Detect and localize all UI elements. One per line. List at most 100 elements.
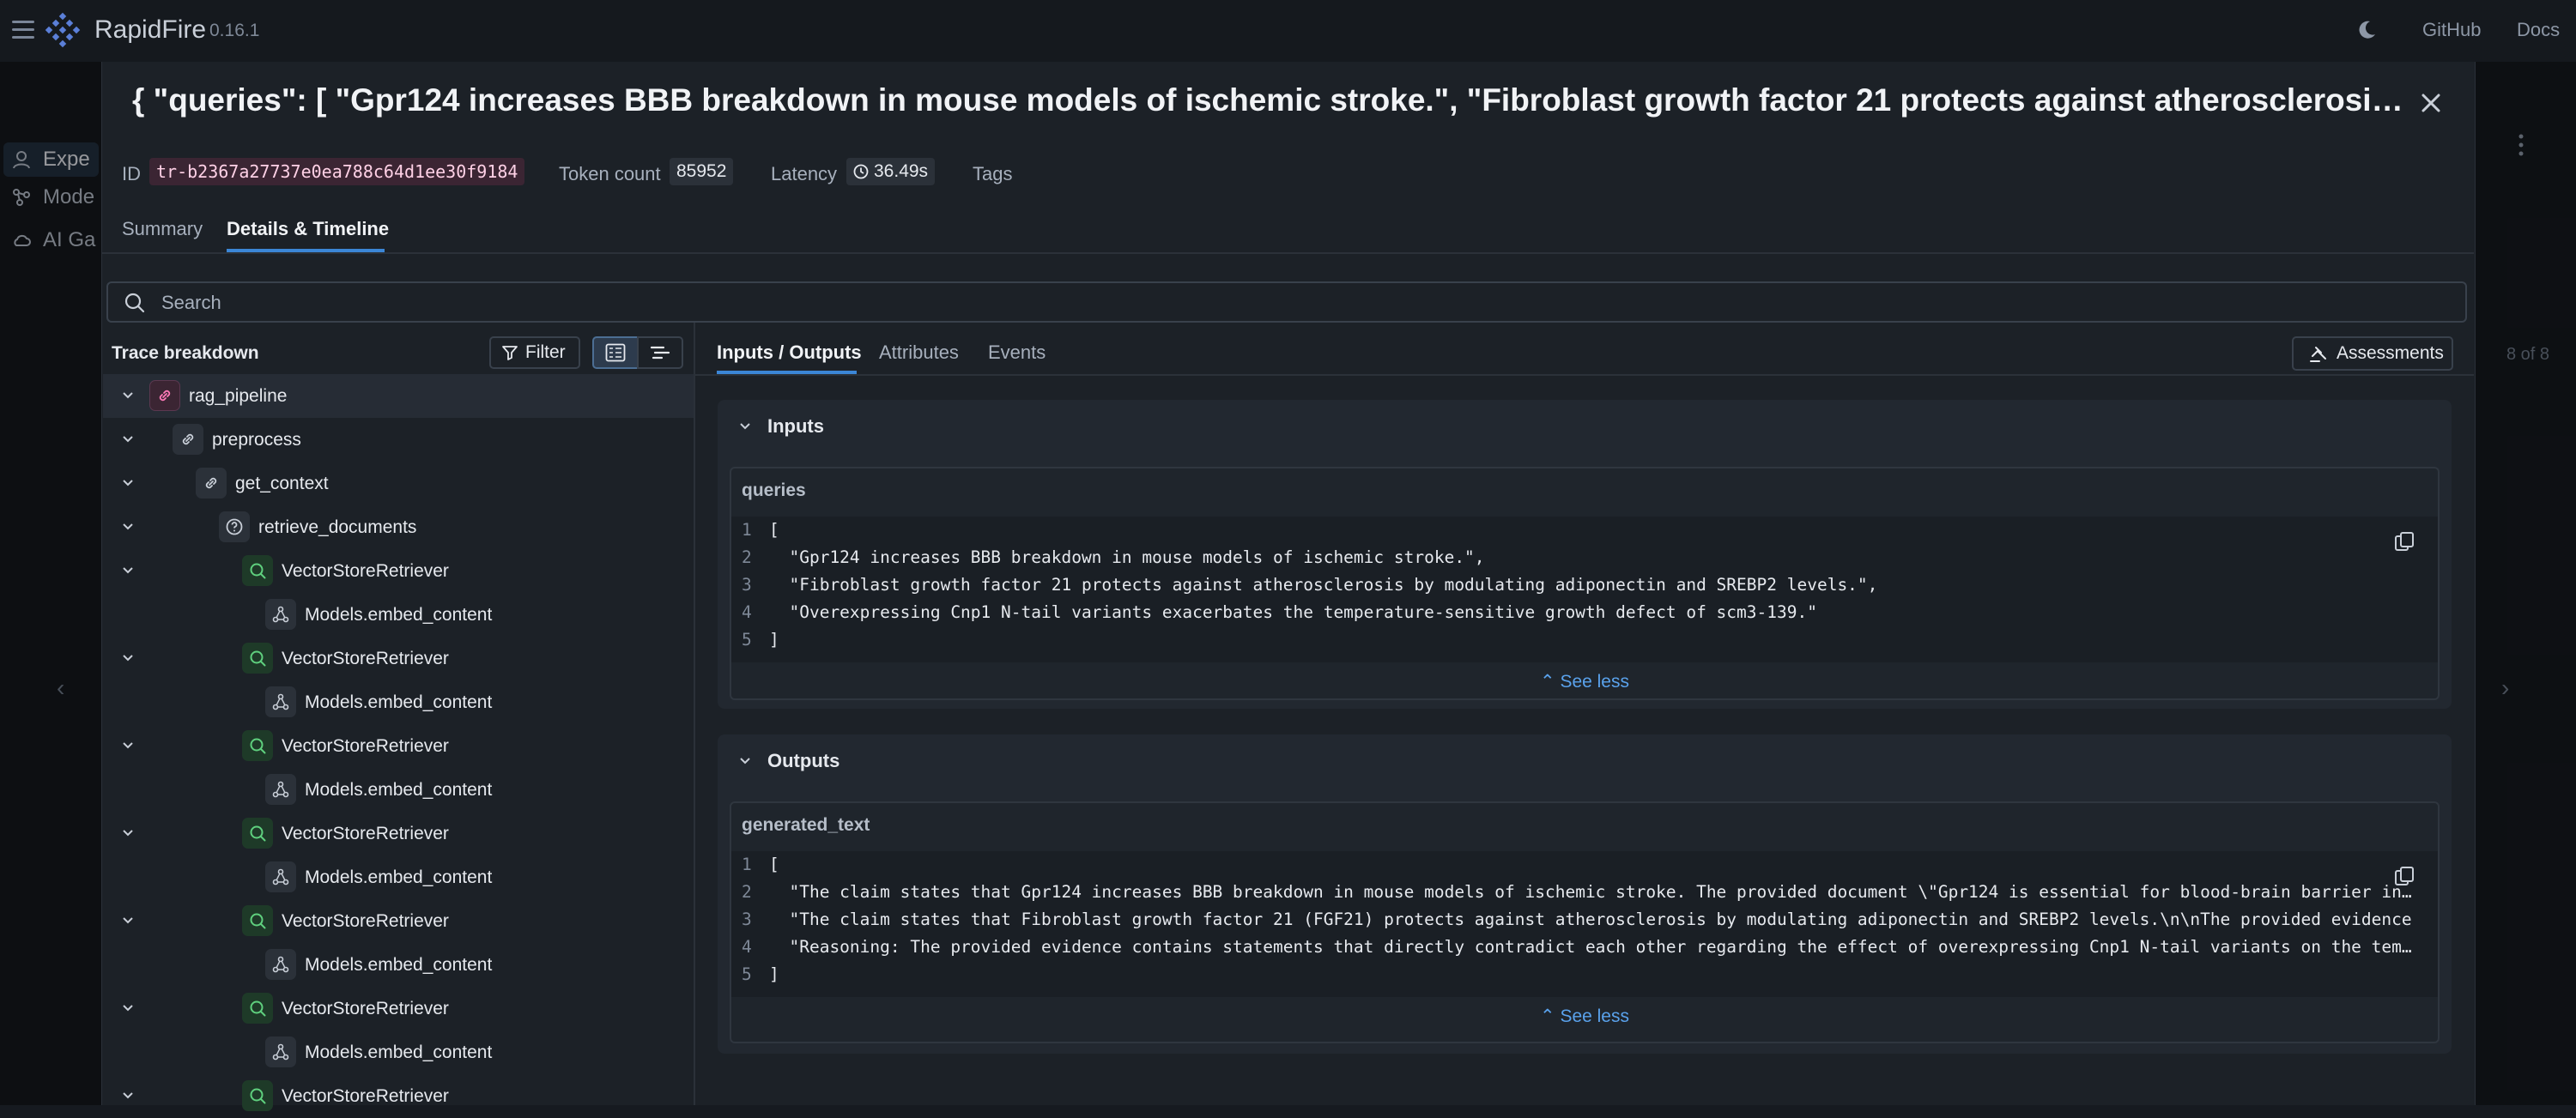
moon-icon[interactable] xyxy=(2355,19,2378,41)
chevron-down-icon[interactable] xyxy=(120,563,136,578)
trace-node[interactable]: retrieve_documents xyxy=(103,505,694,549)
timeline-view-button[interactable] xyxy=(637,336,683,369)
chevron-down-icon[interactable] xyxy=(120,738,136,753)
code-line: 4 "Reasoning: The provided evidence cont… xyxy=(731,934,2438,961)
line-number: 3 xyxy=(742,575,752,595)
link-icon xyxy=(149,380,180,411)
trace-node[interactable]: preprocess xyxy=(103,418,694,462)
search-input[interactable] xyxy=(160,290,2395,316)
inputs-title: Inputs xyxy=(767,415,824,437)
filter-button[interactable]: Filter xyxy=(489,336,580,369)
chevron-down-icon[interactable] xyxy=(120,388,136,403)
embedding-icon xyxy=(265,774,296,805)
outputs-section: Outputs generated_text 1[2 "The claim st… xyxy=(718,734,2452,1054)
trace-node[interactable]: VectorStoreRetriever xyxy=(103,1074,694,1118)
outputs-section-header[interactable]: Outputs xyxy=(738,750,839,772)
outputs-title: Outputs xyxy=(767,750,840,771)
trace-node[interactable]: get_context xyxy=(103,462,694,505)
code-line: 3 "Fibroblast growth factor 21 protects … xyxy=(731,571,2438,599)
search-icon xyxy=(242,905,273,936)
trace-node[interactable]: Models.embed_content xyxy=(103,855,694,899)
chevron-down-icon[interactable] xyxy=(120,1000,136,1016)
tab-summary[interactable]: Summary xyxy=(122,218,203,240)
code-line: 3 "The claim states that Fibroblast grow… xyxy=(731,906,2438,934)
line-number: 1 xyxy=(742,520,752,540)
chevron-down-icon[interactable] xyxy=(120,1088,136,1103)
outputs-code-block: 1[2 "The claim states that Gpr124 increa… xyxy=(731,851,2438,997)
code-line: 1[ xyxy=(731,851,2438,879)
menu-icon[interactable] xyxy=(12,21,34,39)
code-text: "Overexpressing Cnp1 N-tail variants exa… xyxy=(769,602,1817,622)
code-line: 5] xyxy=(731,626,2438,654)
see-less-label: See less xyxy=(1560,1006,1629,1026)
code-text: "Gpr124 increases BBB breakdown in mouse… xyxy=(769,547,1485,567)
embedding-icon xyxy=(265,686,296,717)
trace-node[interactable]: VectorStoreRetriever xyxy=(103,899,694,943)
link-icon xyxy=(173,424,203,455)
trace-node-label: Models.embed_content xyxy=(305,867,493,887)
search-icon xyxy=(242,993,273,1024)
trace-node-label: VectorStoreRetriever xyxy=(282,999,449,1018)
docs-link[interactable]: Docs xyxy=(2517,19,2560,41)
trace-node[interactable]: VectorStoreRetriever xyxy=(103,637,694,680)
trace-node-label: Models.embed_content xyxy=(305,955,493,975)
embedding-icon xyxy=(265,599,296,630)
trace-node-label: preprocess xyxy=(212,430,301,450)
gavel-icon xyxy=(2310,347,2326,362)
tab-events[interactable]: Events xyxy=(988,341,1046,364)
trace-node-label: Models.embed_content xyxy=(305,692,493,712)
search-icon xyxy=(242,730,273,761)
trace-node-label: Models.embed_content xyxy=(305,780,493,800)
close-icon[interactable] xyxy=(2417,89,2445,117)
tags-label[interactable]: Tags xyxy=(973,163,1012,185)
field-name-queries: queries xyxy=(742,480,806,500)
token-count-value: 85952 xyxy=(670,158,734,185)
tab-details-timeline[interactable]: Details & Timeline xyxy=(227,218,389,240)
chevron-down-icon[interactable] xyxy=(120,825,136,841)
id-label: ID xyxy=(122,163,141,184)
trace-node[interactable]: VectorStoreRetriever xyxy=(103,549,694,593)
trace-node[interactable]: Models.embed_content xyxy=(103,680,694,724)
line-number: 4 xyxy=(742,602,752,622)
code-line: 4 "Overexpressing Cnp1 N-tail variants e… xyxy=(731,599,2438,626)
tab-attributes[interactable]: Attributes xyxy=(879,341,959,364)
line-number: 2 xyxy=(742,547,752,567)
trace-node-label: Models.embed_content xyxy=(305,1042,493,1062)
inputs-see-less-button[interactable]: ⌃ See less xyxy=(731,671,2438,692)
github-link[interactable]: GitHub xyxy=(2422,19,2481,41)
inputs-section-header[interactable]: Inputs xyxy=(738,415,824,438)
top-bar xyxy=(0,0,2576,62)
latency-value: 36.49s xyxy=(874,161,929,181)
trace-node[interactable]: Models.embed_content xyxy=(103,1030,694,1074)
code-line: 2 "The claim states that Gpr124 increase… xyxy=(731,879,2438,906)
chevron-down-icon xyxy=(740,758,750,764)
trace-node-label: VectorStoreRetriever xyxy=(282,561,449,581)
link-icon xyxy=(196,468,227,499)
outputs-see-less-button[interactable]: ⌃ See less xyxy=(731,1006,2438,1027)
assessments-button[interactable]: Assessments xyxy=(2292,336,2453,371)
trace-node[interactable]: rag_pipeline xyxy=(103,374,694,418)
trace-node[interactable]: Models.embed_content xyxy=(103,768,694,812)
trace-node[interactable]: Models.embed_content xyxy=(103,593,694,637)
trace-node[interactable]: VectorStoreRetriever xyxy=(103,724,694,768)
trace-node[interactable]: VectorStoreRetriever xyxy=(103,812,694,855)
trace-node[interactable]: Models.embed_content xyxy=(103,943,694,987)
search-icon xyxy=(242,1080,273,1111)
line-number: 5 xyxy=(742,964,752,984)
chevron-down-icon[interactable] xyxy=(120,432,136,447)
tab-inputs-outputs[interactable]: Inputs / Outputs xyxy=(717,341,862,364)
filter-label: Filter xyxy=(525,342,566,362)
chevron-down-icon[interactable] xyxy=(120,913,136,928)
inputs-code-block: 1[2 "Gpr124 increases BBB breakdown in m… xyxy=(731,517,2438,662)
chevron-down-icon[interactable] xyxy=(120,475,136,491)
detail-tabs-divider xyxy=(695,374,2474,376)
tree-view-button[interactable] xyxy=(592,336,639,369)
chevron-down-icon[interactable] xyxy=(120,519,136,535)
embedding-icon xyxy=(265,1036,296,1067)
trace-node[interactable]: VectorStoreRetriever xyxy=(103,987,694,1030)
inputs-section: Inputs queries 1[2 "Gpr124 increases BBB… xyxy=(718,400,2452,709)
trace-id[interactable]: tr-b2367a27737e0ea788c64d1ee30f9184 xyxy=(149,158,525,185)
chevron-down-icon[interactable] xyxy=(120,650,136,666)
chevron-down-icon xyxy=(740,423,750,430)
latency-badge: 36.49s xyxy=(846,158,936,185)
